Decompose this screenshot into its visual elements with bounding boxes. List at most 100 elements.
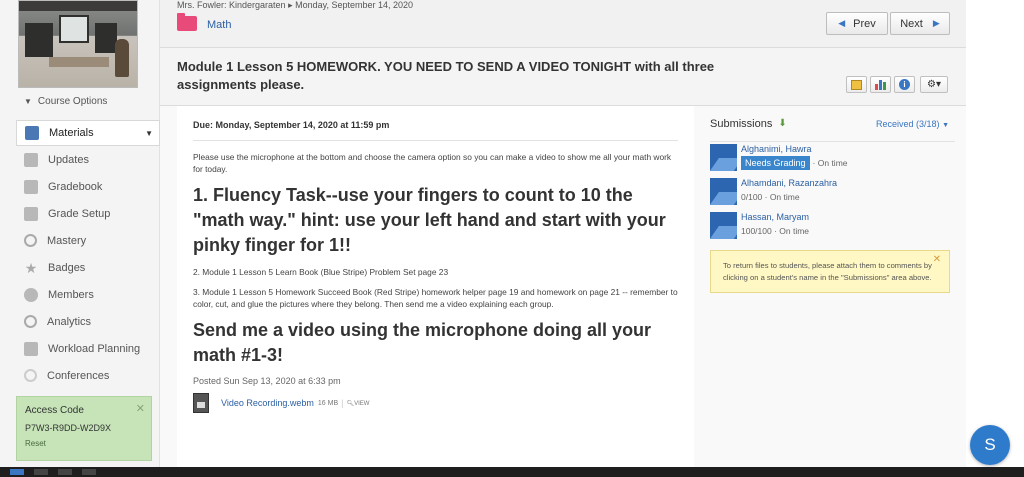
magnifier-icon: 🔍︎: [346, 400, 355, 407]
submission-info: Hassan, Maryam 100/100 · On time: [741, 212, 809, 236]
start-icon[interactable]: [10, 469, 24, 475]
sidebar-item-label: Updates: [48, 153, 89, 166]
avatar: [710, 144, 737, 171]
chevron-down-icon: ▼: [942, 121, 949, 129]
sidebar-item-label: Mastery: [47, 234, 87, 247]
sidebar-item-analytics[interactable]: Analytics: [16, 308, 160, 335]
sidebar-item-conferences[interactable]: Conferences: [16, 362, 160, 389]
submissions-title: Submissions: [710, 117, 773, 130]
materials-icon: [25, 126, 39, 140]
avatar: [710, 178, 737, 205]
submission-info: Alhamdani, Razanzahra 0/100 · On time: [741, 178, 837, 202]
assignment-intro: Please use the microphone at the bottom …: [193, 152, 672, 174]
grade-setup-icon: [24, 206, 38, 221]
edit-rubric-button[interactable]: [846, 76, 867, 93]
divider: |: [341, 398, 344, 408]
close-icon[interactable]: ✕: [933, 254, 941, 266]
student-name-link[interactable]: Hassan, Maryam: [741, 212, 809, 222]
breadcrumb-course[interactable]: Mrs. Fowler: Kindergaraten: [177, 0, 286, 10]
prev-button[interactable]: ◀ Prev: [826, 12, 888, 35]
student-name-link[interactable]: Alghanimi, Hawra: [741, 144, 848, 154]
video-file-icon: [193, 393, 209, 413]
sidebar-item-gradebook[interactable]: Gradebook: [16, 173, 160, 200]
chevron-right-icon: ▶: [932, 18, 940, 28]
student-name-link[interactable]: Alhamdani, Razanzahra: [741, 178, 837, 188]
submissions-header: Submissions ⬇ Received (3/18) ▼: [710, 106, 955, 142]
view-link[interactable]: 🔍︎VIEW: [346, 400, 369, 407]
task-1: 1. Fluency Task--use your fingers to cou…: [193, 185, 666, 255]
settings-dropdown-button[interactable]: ⚙▾: [920, 76, 948, 93]
sidebar-item-mastery[interactable]: Mastery: [16, 227, 160, 254]
breadcrumb-separator-icon: ▸: [288, 0, 293, 10]
course-image[interactable]: [18, 0, 138, 88]
course-options-label: Course Options: [37, 96, 108, 107]
task-3: 3. Module 1 Lesson 5 Homework Succeed Bo…: [193, 287, 678, 309]
return-files-notice: To return files to students, please atta…: [710, 250, 950, 293]
statistics-button[interactable]: [870, 76, 891, 93]
sidebar-item-grade-setup[interactable]: Grade Setup: [16, 200, 160, 227]
access-code-reset-link[interactable]: Reset: [25, 439, 143, 448]
taskbar-app-icon[interactable]: [34, 469, 48, 475]
sidebar-item-members[interactable]: Members: [16, 281, 160, 308]
sidebar-item-badges[interactable]: ★ Badges: [16, 254, 160, 281]
page-header: Mrs. Fowler: Kindergaraten ▸ Monday, Sep…: [160, 0, 966, 48]
submission-status-text: 100/100 · On time: [741, 226, 810, 236]
next-button[interactable]: Next ▶: [890, 12, 950, 35]
submission-row[interactable]: Alghanimi, Hawra Needs Grading · On time: [710, 144, 955, 176]
members-icon: [24, 287, 38, 302]
attachment-name-link[interactable]: Video Recording.webm: [221, 398, 314, 408]
help-chat-button[interactable]: S: [970, 425, 1010, 465]
received-filter-dropdown[interactable]: Received (3/18) ▼: [876, 119, 949, 129]
mastery-icon: [24, 234, 37, 247]
sidebar-item-label: Badges: [48, 261, 86, 274]
submission-row[interactable]: Alhamdani, Razanzahra 0/100 · On time: [710, 178, 955, 210]
sidebar-item-label: Grade Setup: [48, 207, 111, 220]
sidebar-item-updates[interactable]: Updates: [16, 146, 160, 173]
badges-icon: ★: [24, 259, 38, 276]
info-icon: i: [899, 79, 910, 90]
due-date: Due: Monday, September 14, 2020 at 11:59…: [193, 120, 678, 141]
received-label: Received (3/18): [876, 118, 940, 129]
taskbar-app-icon[interactable]: [82, 469, 96, 475]
chevron-down-icon: ▼: [145, 128, 153, 138]
course-options-link[interactable]: ▼ Course Options: [24, 96, 107, 107]
assignment-body: Due: Monday, September 14, 2020 at 11:59…: [177, 106, 694, 467]
course-nav: Materials ▼ Updates Gradebook Grade Setu…: [16, 120, 160, 389]
breadcrumb-date: Monday, September 14, 2020: [295, 0, 414, 10]
sidebar-item-workload-planning[interactable]: Workload Planning: [16, 335, 160, 362]
help-label: S: [984, 435, 996, 454]
attachment-size: 16 MB: [317, 399, 339, 407]
download-icon[interactable]: ⬇: [778, 118, 786, 129]
updates-icon: [24, 152, 38, 167]
submission-row[interactable]: Hassan, Maryam 100/100 · On time: [710, 212, 955, 244]
conferences-icon: [24, 369, 37, 382]
page-title: Module 1 Lesson 5 HOMEWORK. YOU NEED TO …: [177, 59, 715, 92]
bar-chart-icon: [875, 79, 886, 90]
status-badge: Needs Grading: [741, 156, 810, 170]
next-label: Next: [900, 17, 923, 30]
workload-icon: [24, 341, 38, 356]
submission-status: Needs Grading · On time: [741, 156, 848, 170]
gradebook-icon: [24, 179, 38, 194]
prev-label: Prev: [853, 17, 876, 30]
close-icon[interactable]: ✕: [136, 402, 145, 415]
submission-status-text: · On time: [812, 158, 848, 168]
view-label: VIEW: [354, 400, 370, 407]
submissions-panel: Submissions ⬇ Received (3/18) ▼ Alghanim…: [710, 106, 955, 293]
sidebar-item-label: Gradebook: [48, 180, 103, 193]
folder-link[interactable]: Math: [207, 19, 231, 31]
left-sidebar: ▼ Course Options Materials ▼ Updates Grad…: [0, 0, 160, 467]
sidebar-item-label: Workload Planning: [48, 342, 141, 355]
taskbar-app-icon[interactable]: [58, 469, 72, 475]
gear-icon: ⚙▾: [927, 79, 941, 90]
folder-icon: [177, 13, 197, 31]
info-button[interactable]: i: [894, 76, 915, 93]
avatar: [710, 212, 737, 239]
sidebar-item-label: Members: [48, 288, 94, 301]
sidebar-item-label: Conferences: [47, 369, 110, 382]
chevron-left-icon: ◀: [838, 18, 846, 28]
sidebar-item-materials[interactable]: Materials ▼: [16, 120, 160, 146]
submission-info: Alghanimi, Hawra Needs Grading · On time: [741, 144, 848, 170]
access-code-panel: Access Code P7W3-R9DD-W2D9X Reset ✕: [16, 396, 152, 461]
title-area: Module 1 Lesson 5 HOMEWORK. YOU NEED TO …: [160, 48, 966, 106]
